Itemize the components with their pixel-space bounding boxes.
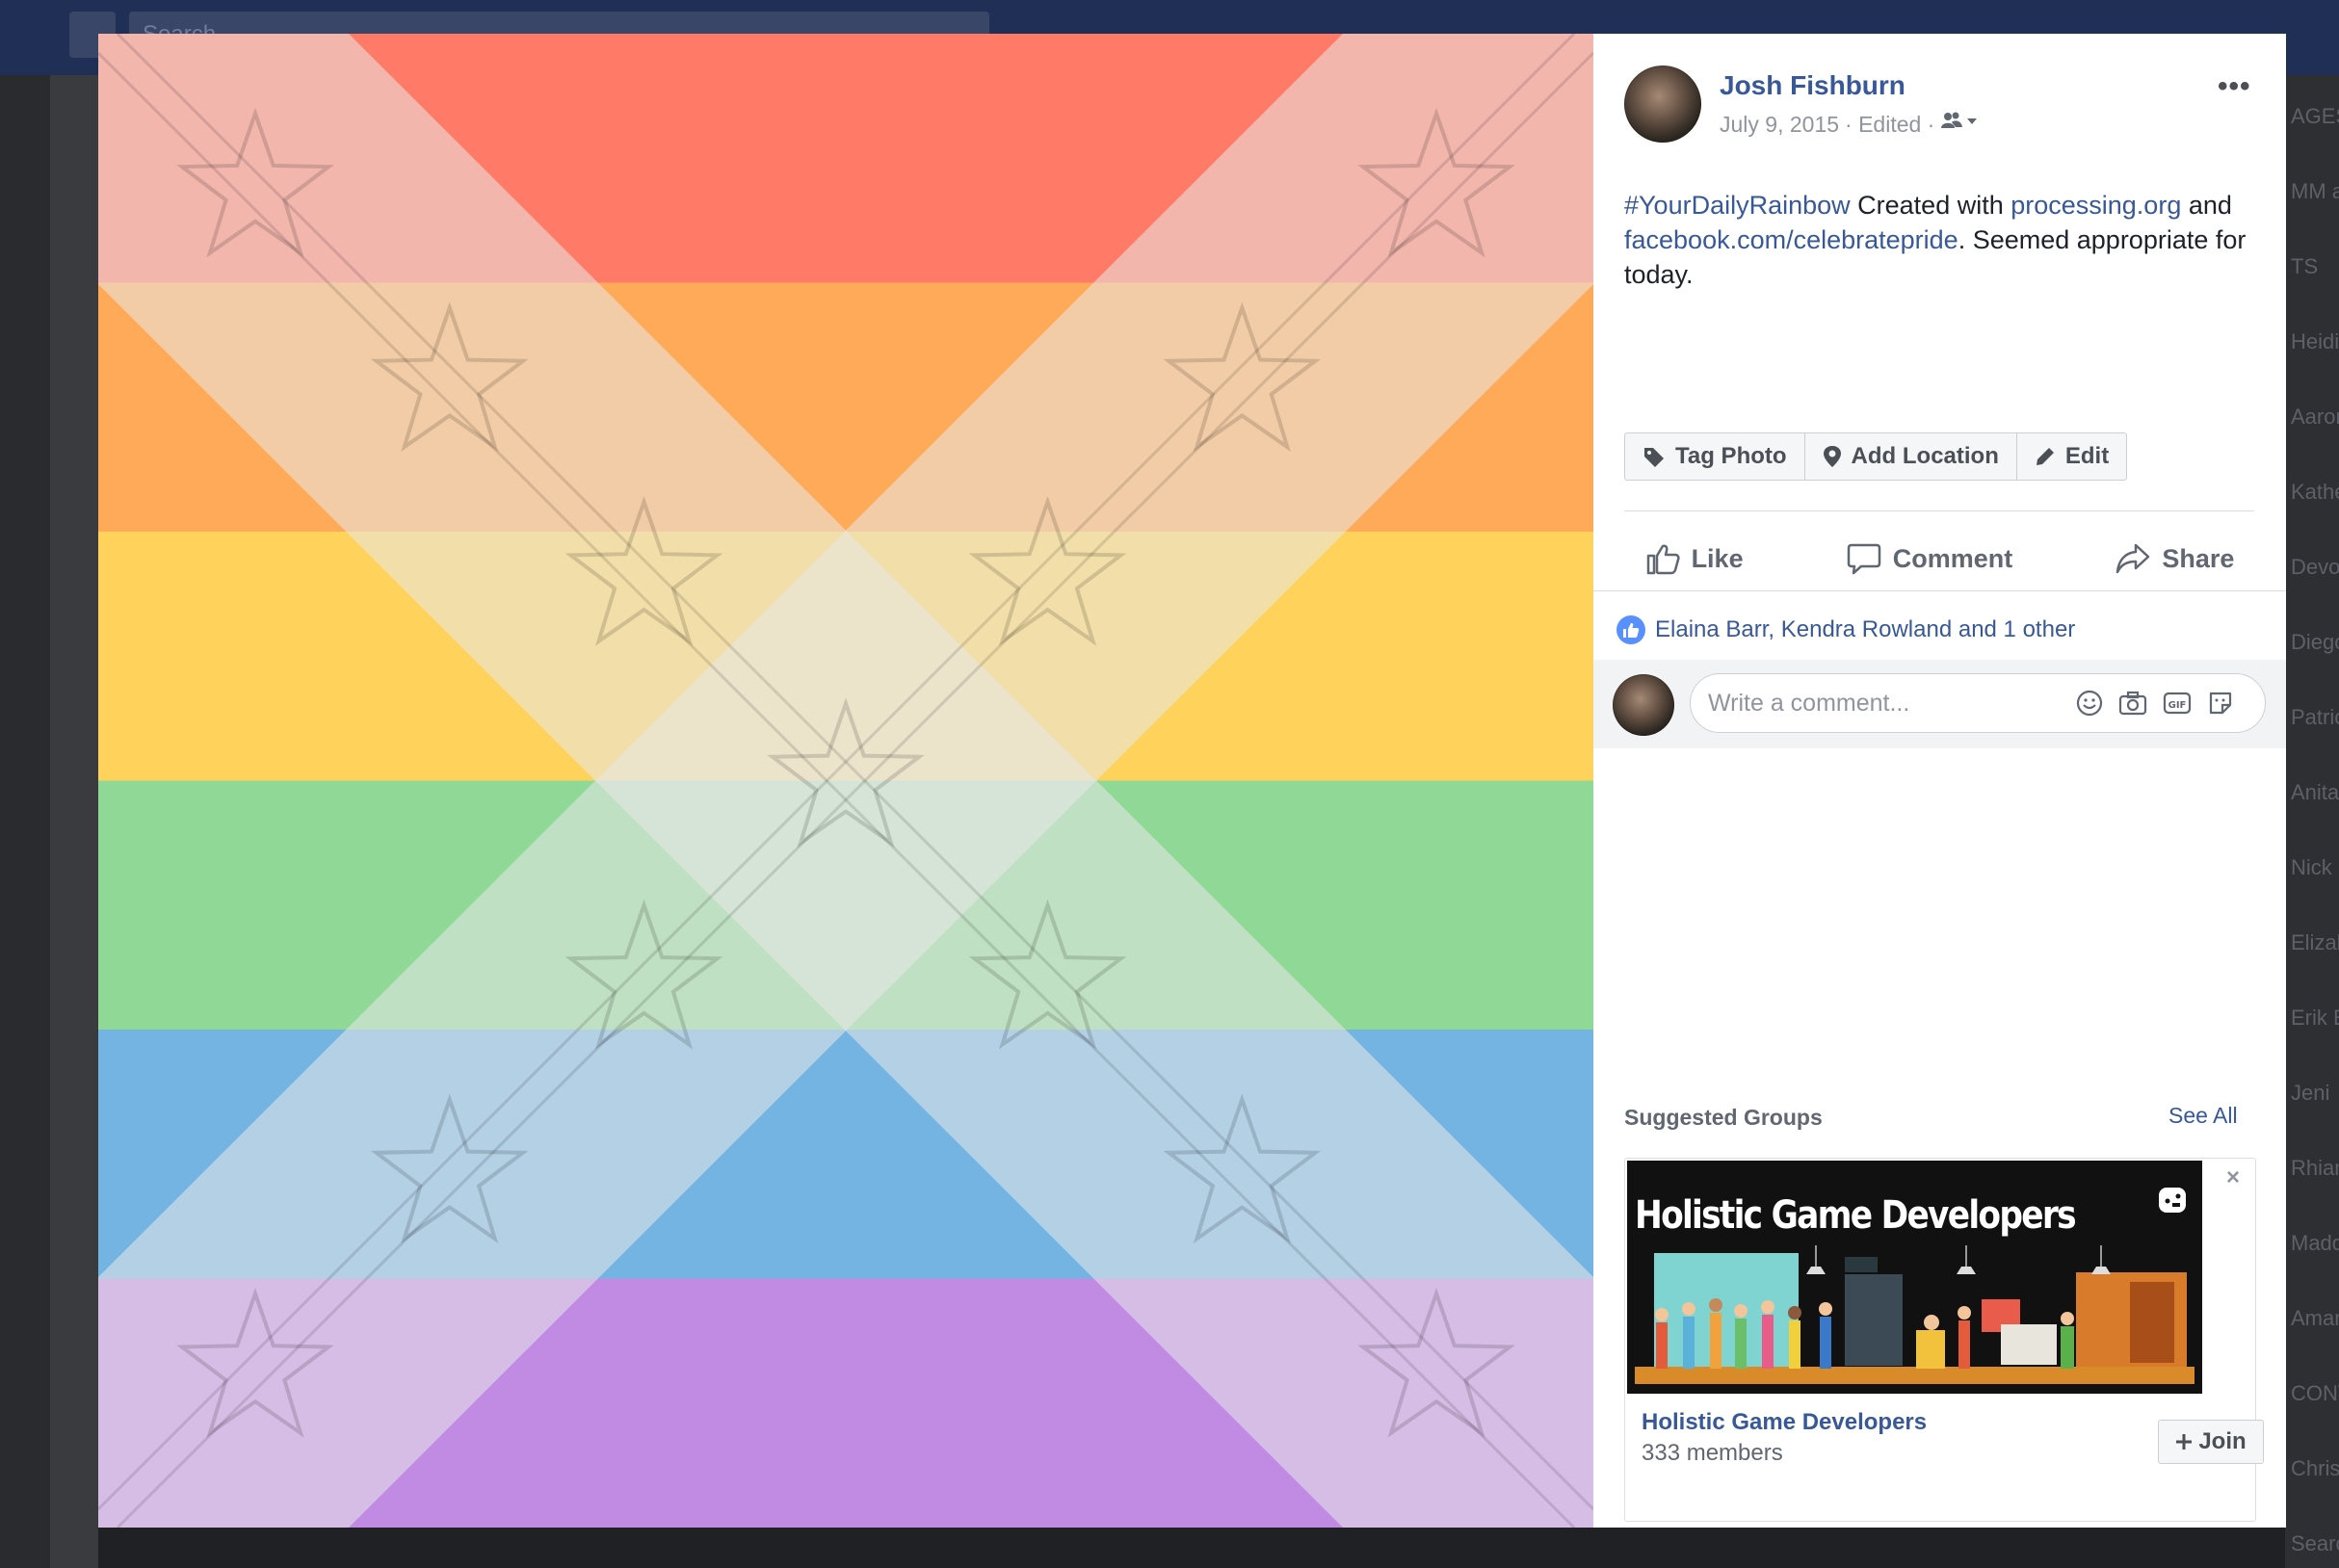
celebratepride-link[interactable]: facebook.com/celebratepride	[1624, 225, 1958, 254]
author-avatar[interactable]	[1624, 65, 1701, 143]
post-detail-panel: Josh Fishburn July 9, 2015 · Edited · ••…	[1593, 34, 2286, 1528]
tag-icon	[1644, 448, 1664, 467]
background-sidebar-text: TS	[2291, 254, 2319, 278]
divider	[1624, 510, 2254, 511]
background-right-sidebar: AGES MM a TS Heidi Aaron Kathe Devo Diego Patric…	[2285, 75, 2339, 1568]
share-button[interactable]: Share	[2116, 542, 2234, 575]
edit-label: Edit	[2064, 443, 2110, 469]
share-arrow-icon	[2116, 543, 2150, 574]
background-sidebar-text: Madd	[2291, 1231, 2339, 1255]
photo-actions-bar: Tag Photo Add Location Edit	[1624, 432, 2128, 481]
speech-bubble-icon	[1847, 543, 1880, 575]
pencil-icon	[2036, 448, 2054, 465]
reaction-bar: Like Comment Share	[1593, 525, 2286, 592]
background-bottom-strip	[98, 1528, 2285, 1568]
post-edited-label[interactable]: · Edited ·	[1845, 112, 1934, 138]
friends-audience-icon[interactable]	[1940, 111, 1979, 138]
sticker-icon[interactable]	[2206, 689, 2235, 722]
background-sidebar-text: Elizab	[2291, 930, 2339, 954]
commenter-avatar	[1613, 674, 1674, 736]
background-sidebar-text: Jeni	[2291, 1081, 2330, 1105]
like-button[interactable]: Like	[1645, 542, 1744, 575]
background-sidebar-text: Devo	[2291, 555, 2339, 579]
processing-link[interactable]: processing.org	[2010, 191, 2181, 220]
emoji-icon[interactable]	[2075, 689, 2104, 722]
post-date[interactable]: July 9, 2015	[1720, 112, 1839, 138]
tag-photo-button[interactable]: Tag Photo	[1625, 433, 1805, 480]
group-banner-image[interactable]: Holistic Game Developers	[1627, 1161, 2202, 1394]
likes-text: Elaina Barr, Kendra Rowland and 1 other	[1655, 616, 2076, 642]
background-sidebar-text: Nick	[2291, 855, 2332, 879]
background-sidebar-text: AGES	[2291, 104, 2339, 128]
background-sidebar-text: Amar	[2291, 1306, 2339, 1330]
rainbow-flag-image	[98, 34, 1593, 1528]
add-location-label: Add Location	[1851, 443, 1999, 469]
join-group-button[interactable]: Join	[2158, 1420, 2264, 1464]
background-sidebar-text: Patric	[2291, 705, 2339, 729]
plus-icon	[2176, 1434, 2193, 1450]
group-name-link[interactable]: Holistic Game Developers	[1642, 1409, 1927, 1436]
post-text-segment: Created with	[1850, 191, 2011, 220]
likes-line[interactable]: Elaina Barr, Kendra Rowland and 1 other	[1616, 615, 2075, 644]
join-label: Join	[2198, 1428, 2247, 1454]
background-sidebar-text: Diego	[2291, 630, 2339, 654]
edit-button[interactable]: Edit	[2017, 433, 2126, 480]
thumbs-up-icon	[1646, 544, 1680, 575]
like-reaction-icon	[1616, 615, 1645, 644]
background-sidebar-text: Kathe	[2291, 480, 2339, 504]
group-banner-title: Holistic Game Developers	[1635, 1193, 2077, 1238]
comment-button[interactable]: Comment	[1847, 542, 2013, 575]
camera-icon[interactable]	[2117, 689, 2148, 722]
author-name[interactable]: Josh Fishburn	[1720, 70, 1905, 101]
suggested-groups-title: Suggested Groups	[1624, 1105, 1823, 1130]
comment-composer: GIF	[1593, 660, 2286, 748]
background-sidebar-text: Chris	[2291, 1456, 2339, 1480]
background-sidebar-text: Heidi	[2291, 329, 2339, 353]
background-left-column	[50, 75, 98, 1568]
group-member-count: 333 members	[1642, 1440, 1783, 1466]
hashtag-link[interactable]: #YourDailyRainbow	[1624, 191, 1851, 220]
location-pin-icon	[1823, 446, 1841, 467]
post-photo[interactable]	[98, 34, 1593, 1528]
post-meta: July 9, 2015 · Edited ·	[1720, 111, 1979, 138]
more-options-button[interactable]: •••	[2218, 70, 2251, 103]
background-sidebar-text: Anita	[2291, 780, 2339, 804]
background-sidebar-text: Aaron	[2291, 405, 2339, 429]
close-icon[interactable]: ×	[2226, 1164, 2240, 1191]
see-all-link[interactable]: See All	[2168, 1103, 2238, 1129]
add-location-button[interactable]: Add Location	[1805, 433, 2017, 480]
like-label: Like	[1691, 543, 1744, 573]
suggested-group-card: Holistic Game Developers × Holistic Game…	[1624, 1158, 2264, 1522]
background-sidebar-text: MM a	[2291, 179, 2339, 203]
background-sidebar-text: Erik E	[2291, 1006, 2339, 1030]
svg-text:GIF: GIF	[2168, 700, 2187, 711]
gif-icon[interactable]: GIF	[2162, 689, 2193, 722]
background-sidebar-text: Rhian	[2291, 1156, 2339, 1180]
post-text: #YourDailyRainbow Created with processin…	[1624, 188, 2250, 292]
post-text-segment: and	[2181, 191, 2232, 220]
comment-input-icons: GIF	[2075, 689, 2235, 722]
share-label: Share	[2162, 543, 2235, 573]
tag-photo-label: Tag Photo	[1675, 443, 1787, 469]
comment-label: Comment	[1892, 543, 2013, 573]
background-sidebar-text: CONV	[2291, 1381, 2339, 1405]
background-sidebar-text: Search	[2291, 1531, 2339, 1555]
